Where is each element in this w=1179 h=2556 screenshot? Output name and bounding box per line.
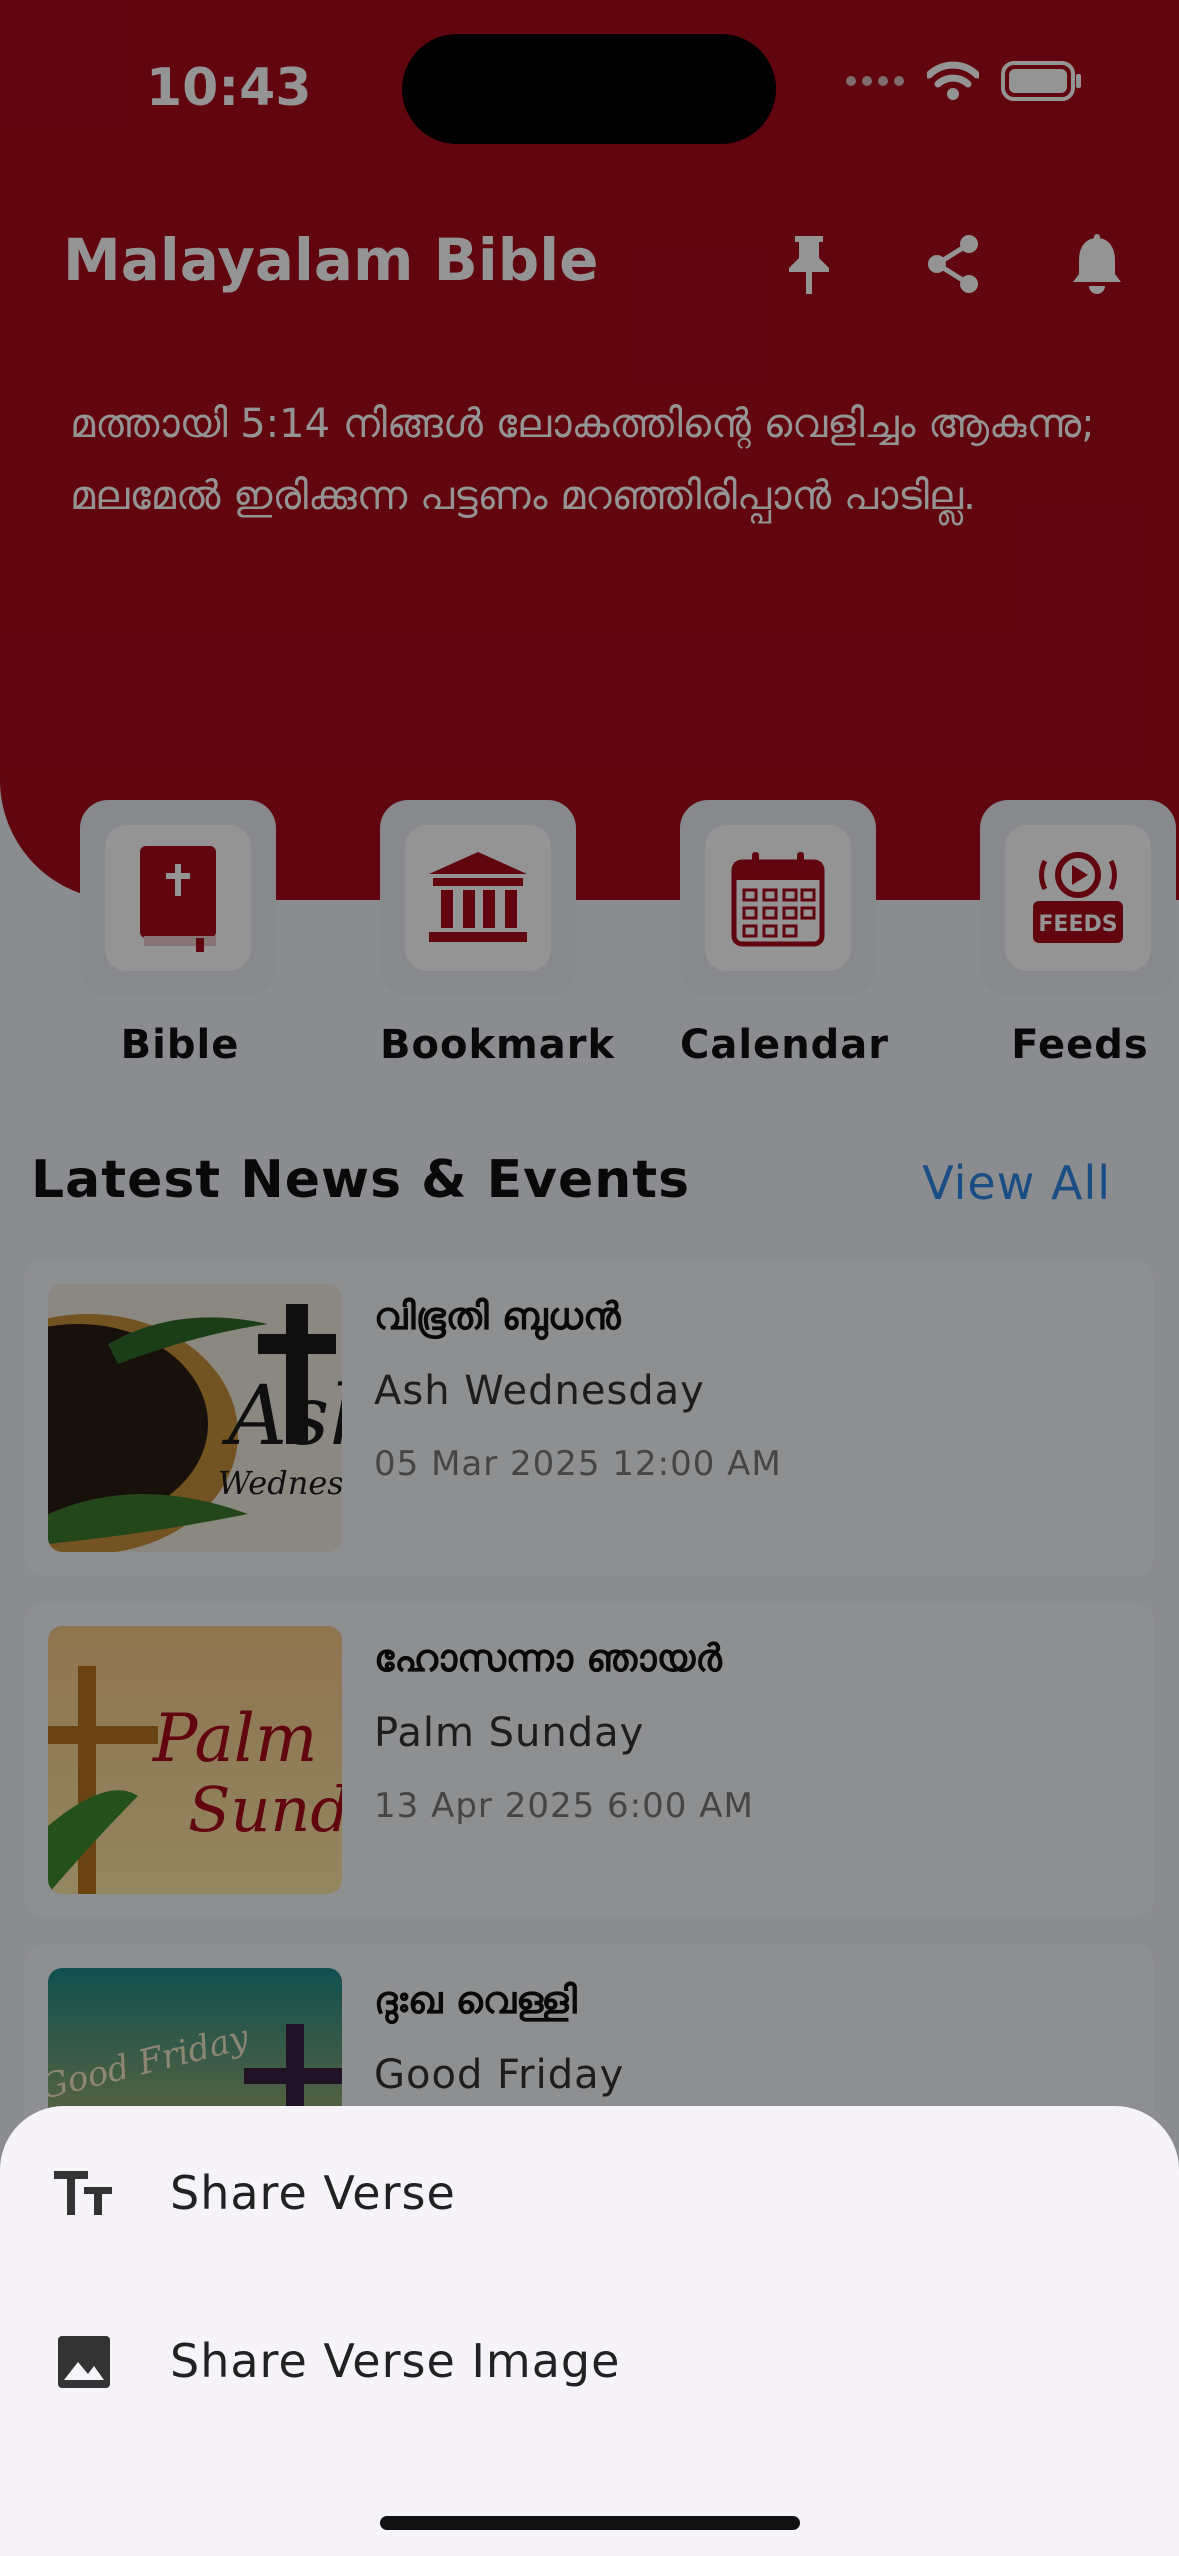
option-label: Share Verse Image <box>170 2334 621 2388</box>
share-verse-option[interactable]: Share Verse <box>0 2126 1179 2266</box>
home-indicator[interactable] <box>380 2516 800 2530</box>
home-screen: 10:43 Malayalam Bible മത്തായി 5:14 നിങ്ങ… <box>0 0 1179 2556</box>
image-icon <box>52 2330 116 2394</box>
share-bottom-sheet: Share Verse Share Verse Image <box>0 2106 1179 2556</box>
text-format-icon <box>52 2162 116 2226</box>
share-verse-image-option[interactable]: Share Verse Image <box>0 2294 1179 2434</box>
option-label: Share Verse <box>170 2166 456 2220</box>
